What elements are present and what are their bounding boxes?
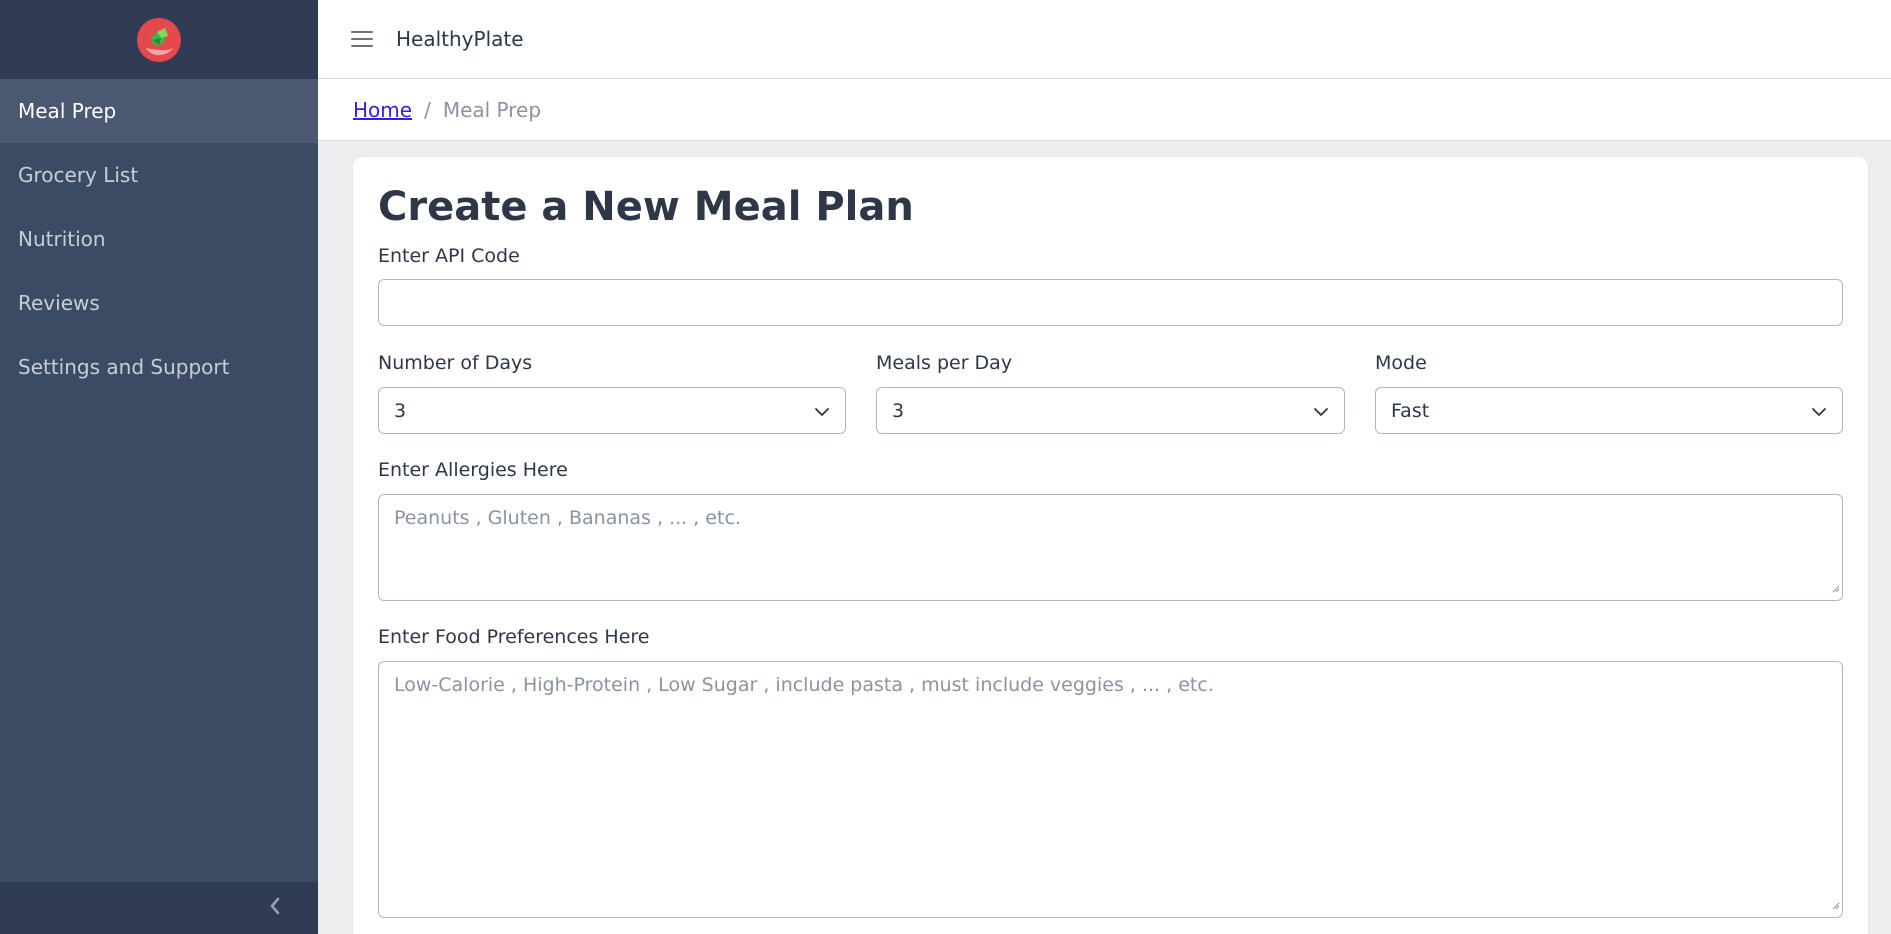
days-value: 3 xyxy=(394,399,407,422)
days-select[interactable]: 3 xyxy=(378,387,846,434)
api-code-label: Enter API Code xyxy=(378,245,520,267)
sidebar-item-reviews[interactable]: Reviews xyxy=(0,271,318,335)
meal-plan-card: Create a New Meal Plan Enter API Code Nu… xyxy=(353,157,1868,934)
breadcrumb-separator: / xyxy=(424,97,431,122)
sidebar-toggler[interactable] xyxy=(0,882,318,934)
mode-label: Mode xyxy=(1375,352,1427,374)
sidebar-item-grocery-list[interactable]: Grocery List xyxy=(0,143,318,207)
chevron-down-icon xyxy=(1811,403,1827,425)
header: HealthyPlate xyxy=(318,0,1891,79)
sidebar-brand[interactable] xyxy=(0,0,318,79)
sidebar-item-nutrition[interactable]: Nutrition xyxy=(0,207,318,271)
mode-value: Fast xyxy=(1391,399,1430,422)
allergies-label: Enter Allergies Here xyxy=(378,459,568,481)
preferences-label: Enter Food Preferences Here xyxy=(378,626,650,648)
mode-select[interactable]: Fast xyxy=(1375,387,1843,434)
api-code-input[interactable] xyxy=(378,279,1843,326)
chevron-left-icon xyxy=(268,896,282,920)
meals-label: Meals per Day xyxy=(876,352,1013,374)
healthyplate-logo[interactable] xyxy=(137,17,181,62)
sidebar: Meal Prep Grocery List Nutrition Reviews… xyxy=(0,0,318,934)
chevron-down-icon xyxy=(1313,403,1329,425)
page-title: Create a New Meal Plan xyxy=(378,184,914,230)
meals-select[interactable]: 3 xyxy=(876,387,1345,434)
hamburger-icon[interactable] xyxy=(351,28,373,50)
allergies-placeholder: Peanuts , Gluten , Bananas , ... , etc. xyxy=(394,507,741,529)
chevron-down-icon xyxy=(814,403,830,425)
resize-handle-icon[interactable] xyxy=(1830,893,1840,915)
preferences-textarea[interactable]: Low-Calorie , High-Protein , Low Sugar ,… xyxy=(378,661,1843,918)
breadcrumb-current: Meal Prep xyxy=(442,97,542,122)
allergies-textarea[interactable]: Peanuts , Gluten , Bananas , ... , etc. xyxy=(378,494,1843,601)
app-title: HealthyPlate xyxy=(396,27,524,51)
sidebar-item-settings-and-support[interactable]: Settings and Support xyxy=(0,335,318,399)
breadcrumb: Home / Meal Prep xyxy=(318,79,1891,141)
resize-handle-icon[interactable] xyxy=(1830,576,1840,598)
meals-value: 3 xyxy=(892,399,905,422)
preferences-placeholder: Low-Calorie , High-Protein , Low Sugar ,… xyxy=(394,674,1214,696)
days-label: Number of Days xyxy=(378,352,533,374)
breadcrumb-home-link[interactable]: Home xyxy=(353,98,412,122)
sidebar-item-meal-prep[interactable]: Meal Prep xyxy=(0,79,318,143)
